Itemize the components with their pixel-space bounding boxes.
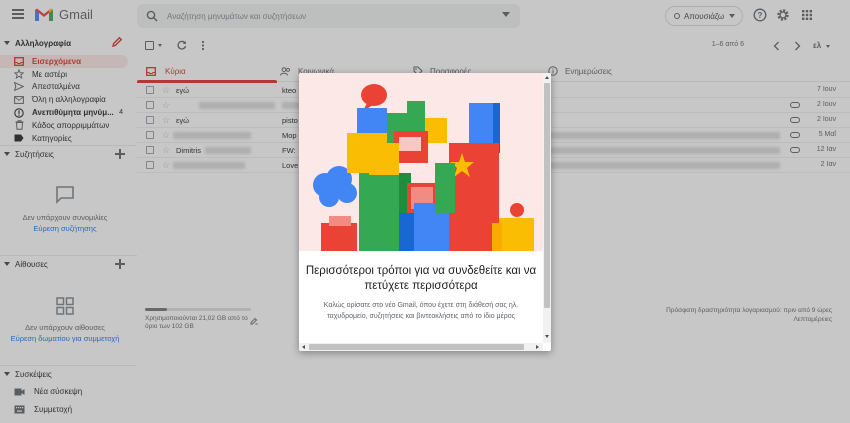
dialog-vertical-scrollbar[interactable] (543, 73, 551, 343)
scroll-up-icon[interactable] (545, 76, 549, 79)
scrollbar-thumb[interactable] (544, 83, 550, 308)
welcome-blocks-illustration (313, 84, 534, 251)
welcome-dialog: Περισσότεροι τρόποι για να συνδεθείτε κα… (299, 73, 551, 351)
dialog-title: Περισσότεροι τρόποι για να συνδεθείτε κα… (305, 265, 537, 292)
welcome-illustration (299, 73, 543, 251)
dialog-horizontal-scrollbar[interactable] (299, 343, 543, 351)
scroll-right-icon[interactable] (536, 345, 539, 349)
dialog-body: Καλώς ορίσατε στο νέο Gmail, όπου έχετε … (323, 302, 519, 320)
scroll-left-icon[interactable] (302, 345, 305, 349)
scroll-down-icon[interactable] (545, 335, 549, 338)
scrollbar-thumb[interactable] (309, 344, 524, 350)
